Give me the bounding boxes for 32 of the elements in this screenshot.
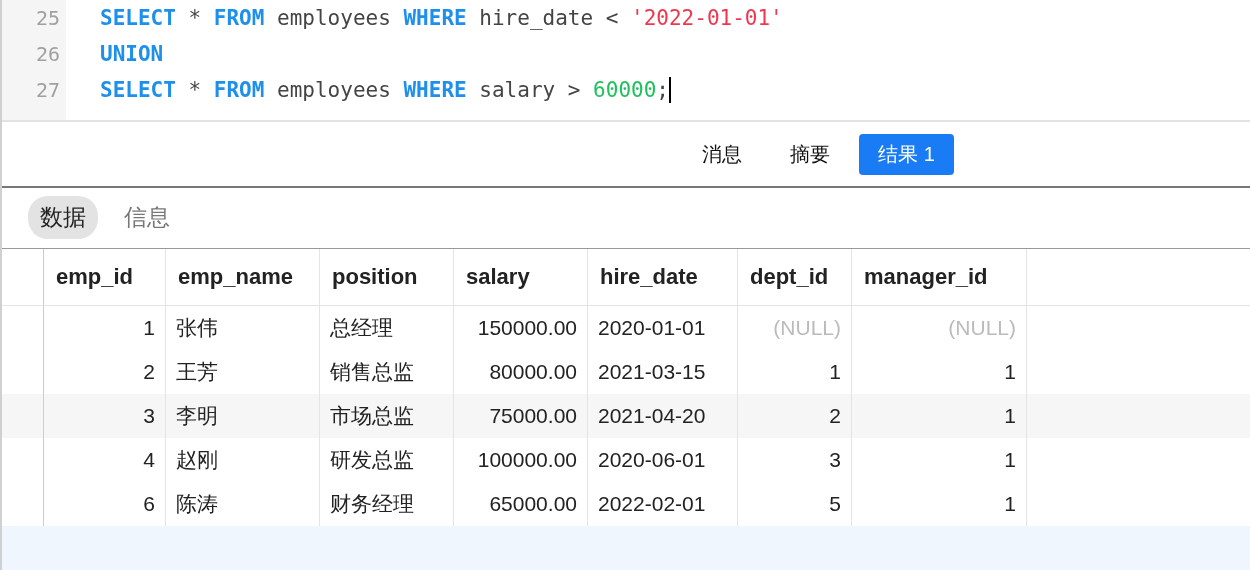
table-cell: 2021-04-20 xyxy=(588,394,738,438)
line-number: 25 xyxy=(2,0,66,36)
code-text: '2022-01-01' xyxy=(631,6,783,30)
table-cell: 3 xyxy=(44,394,166,438)
table-cell: 市场总监 xyxy=(320,394,454,438)
sql-keyword: FROM xyxy=(213,78,265,102)
table-cell: 2 xyxy=(738,394,852,438)
sql-keyword: SELECT xyxy=(100,78,176,102)
code-text: * xyxy=(187,78,203,102)
sql-keyword: WHERE xyxy=(403,78,467,102)
result-tab[interactable]: 摘要 xyxy=(771,133,850,175)
sql-keyword: FROM xyxy=(213,6,265,30)
code-text: employees xyxy=(276,78,392,102)
result-tab[interactable]: 结果 1 xyxy=(859,133,954,175)
code-text: * xyxy=(187,6,203,30)
view-tab[interactable]: 数据 xyxy=(28,196,98,240)
code-text: hire_date < xyxy=(478,6,620,30)
row-marker[interactable] xyxy=(2,394,44,438)
table-cell: 李明 xyxy=(166,394,320,438)
view-tab[interactable]: 信息 xyxy=(112,196,182,240)
code-text: employees xyxy=(276,6,392,30)
sql-keyword: SELECT xyxy=(100,6,176,30)
table-cell: 75000.00 xyxy=(454,394,588,438)
line-number: 27 xyxy=(2,72,66,108)
code-text: ; xyxy=(656,78,669,102)
result-tab[interactable]: 消息 xyxy=(683,133,762,175)
code-text: salary > xyxy=(478,78,582,102)
sql-keyword: WHERE xyxy=(403,6,467,30)
code-text: 60000 xyxy=(593,78,657,102)
table-cell: 1 xyxy=(852,394,1027,438)
sql-keyword: UNION xyxy=(100,42,164,66)
line-number: 26 xyxy=(2,36,66,72)
